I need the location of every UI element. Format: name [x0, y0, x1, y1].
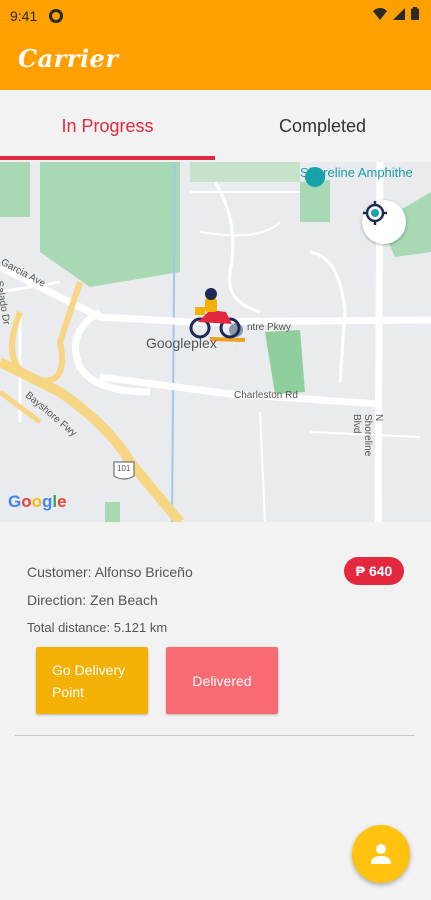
minor-road — [213, 181, 261, 314]
map-label-amphitheater: Shoreline Amphithe — [300, 165, 413, 180]
highway-ramp — [9, 281, 83, 384]
map-label-shoreline-blvd: N Shoreline Blvd — [351, 414, 384, 457]
currency-symbol: ₱ — [355, 563, 365, 579]
customer-name: Customer: Alfonso Briceño — [27, 564, 193, 580]
park-area — [265, 330, 305, 394]
signal-icon — [393, 7, 405, 20]
tab-in-progress[interactable]: In Progress — [0, 90, 215, 162]
price-value: 640 — [368, 563, 393, 579]
google-attribution: Google — [8, 492, 67, 511]
app-bar: 9:41 Carrier — [0, 0, 431, 90]
park-area — [190, 162, 300, 182]
park-area — [40, 162, 180, 287]
locate-button[interactable] — [362, 200, 406, 244]
minor-road — [309, 250, 347, 383]
a-circle-icon — [49, 9, 63, 23]
minor-road — [199, 221, 281, 237]
map-view[interactable]: Shoreline Amphithe Garcia Ave Salado Dr … — [0, 162, 431, 522]
tab-completed[interactable]: Completed — [215, 90, 430, 162]
divider — [15, 735, 415, 736]
status-bar: 9:41 — [0, 0, 431, 32]
delivery-direction: Direction: Zen Beach — [27, 592, 158, 608]
battery-icon — [411, 7, 419, 20]
status-icons — [373, 7, 419, 20]
app-title: Carrier — [18, 44, 119, 73]
profile-fab[interactable] — [352, 825, 410, 883]
total-distance: Total distance: 5.121 km — [27, 620, 168, 635]
delivered-button[interactable]: Delivered — [166, 647, 278, 714]
minor-road — [259, 411, 266, 522]
park-area — [105, 502, 120, 522]
map-label-charleston: Charleston Rd — [234, 390, 298, 401]
tab-indicator — [0, 156, 215, 160]
go-delivery-point-button[interactable]: Go Delivery Point — [36, 647, 148, 714]
tab-bar: In Progress Completed — [0, 90, 431, 162]
gps-target-icon — [363, 201, 387, 225]
map-label-centre-pkwy: ntre Pkwy — [247, 322, 291, 333]
price-badge: ₱ 640 — [344, 557, 404, 585]
status-time: 9:41 — [10, 8, 38, 24]
map-label-highway: 101 — [117, 464, 131, 473]
park-area — [0, 162, 30, 217]
wifi-icon — [373, 7, 387, 20]
person-icon — [371, 844, 391, 864]
map-label-googleplex: Googleplex — [146, 335, 217, 351]
